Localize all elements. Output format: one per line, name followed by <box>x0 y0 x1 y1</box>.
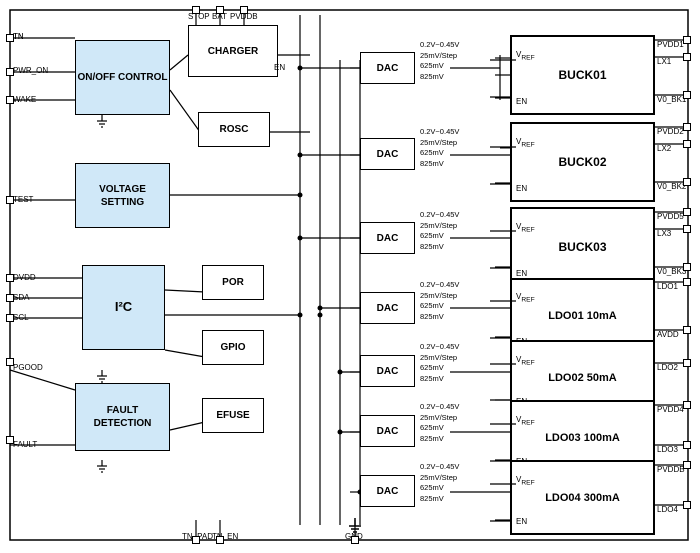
buck02-block: BUCK02 <box>510 122 655 202</box>
connector-sda <box>6 294 14 302</box>
spec-ldo03: 0.2V~0.45V25mV/Step625mV825mV <box>420 402 459 444</box>
connector-test <box>6 196 14 204</box>
i2c-block: I²C <box>82 265 165 350</box>
onoff-control-block: ON/OFF CONTROL <box>75 40 170 115</box>
pin-v0bk1: V0_BK1 <box>657 95 686 104</box>
connector-dvdd <box>6 274 14 282</box>
connector-v0bk3 <box>683 263 691 271</box>
connector-ldo1 <box>683 278 691 286</box>
pin-pvdd1: PVDD1 <box>657 40 684 49</box>
dac4-block: DAC <box>360 292 415 324</box>
vref-ldo01: VREF <box>516 292 535 304</box>
charger-block: CHARGER <box>188 25 278 77</box>
gnd2 <box>93 370 111 390</box>
gpio-block: GPIO <box>202 330 264 365</box>
pin-fault: FAULT <box>13 440 37 449</box>
connector-avdd <box>683 326 691 334</box>
connector-tn-pad <box>192 536 200 544</box>
connector-pvdd4 <box>683 401 691 409</box>
connector-bat <box>216 6 224 14</box>
connector-lx2 <box>683 140 691 148</box>
spec-ldo01: 0.2V~0.45V25mV/Step625mV825mV <box>420 280 459 322</box>
voltage-setting-block: VOLTAGESETTING <box>75 163 170 228</box>
spec-ldo02: 0.2V~0.45V25mV/Step625mV825mV <box>420 342 459 384</box>
connector-pvdd2 <box>683 123 691 131</box>
gnd1 <box>93 115 111 135</box>
connector-lx1 <box>683 53 691 61</box>
rosc-block: ROSC <box>198 112 270 147</box>
connector-lx3 <box>683 225 691 233</box>
connector-tn <box>6 34 14 42</box>
connector-ldo3 <box>683 441 691 449</box>
spec-ldo04: 0.2V~0.45V25mV/Step625mV825mV <box>420 462 459 504</box>
pin-pvddb-r: PVDDB <box>657 465 685 474</box>
vref-ldo03: VREF <box>516 415 535 427</box>
diagram: TN TN PWR_ON WAKE TEST DVDD SDA SCL PGOO… <box>0 0 700 553</box>
pin-ldo3: LDO3 <box>657 445 678 454</box>
connector-pvddb-r <box>683 461 691 469</box>
en-buck01: EN <box>516 97 527 106</box>
pin-pgood: PGOOD <box>13 363 43 372</box>
charger-en: EN <box>274 63 285 72</box>
connector-pvdd5 <box>683 208 691 216</box>
connector-pvdd1 <box>683 36 691 44</box>
pin-ldo2: LDO2 <box>657 363 678 372</box>
en-ldo04: EN <box>516 517 527 526</box>
dac7-block: DAC <box>360 475 415 507</box>
connector-wake <box>6 96 14 104</box>
pin-pwr-on: PWR_ON <box>13 66 48 75</box>
spec-buck03: 0.2V~0.45V25mV/Step625mV825mV <box>420 210 459 252</box>
connector-ldo4 <box>683 501 691 509</box>
vref-buck01: VREF <box>516 50 535 62</box>
pin-scl: SCL <box>13 313 29 322</box>
vref-buck02: VREF <box>516 137 535 149</box>
dac1-block: DAC <box>360 52 415 84</box>
connector-v0bk1 <box>683 91 691 99</box>
pin-pvdd4: PVDD4 <box>657 405 684 414</box>
pin-wake: WAKE <box>13 95 36 104</box>
pin-pvdd5: PVDD5 <box>657 212 684 221</box>
connector-tn-en <box>216 536 224 544</box>
dac3-block: DAC <box>360 222 415 254</box>
vref-buck03: VREF <box>516 222 535 234</box>
pin-lx2: LX2 <box>657 144 671 153</box>
connector-pgood <box>6 358 14 366</box>
pin-ldo1: LDO1 <box>657 282 678 291</box>
en-buck02: EN <box>516 184 527 193</box>
pin-tn-label: TN <box>13 32 24 41</box>
pin-avdd: AVDD <box>657 330 679 339</box>
pin-lx1: LX1 <box>657 57 671 66</box>
connector-pvddb-top <box>240 6 248 14</box>
fault-detection-block: FAULTDETECTION <box>75 383 170 451</box>
dac2-block: DAC <box>360 138 415 170</box>
pin-test: TEST <box>13 195 33 204</box>
connector-v0bk2 <box>683 178 691 186</box>
por-block: POR <box>202 265 264 300</box>
buck03-block: BUCK03 <box>510 207 655 287</box>
ldo04-block: LDO04 300mA <box>510 460 655 535</box>
spec-buck02: 0.2V~0.45V25mV/Step625mV825mV <box>420 127 459 169</box>
buck01-block: BUCK01 <box>510 35 655 115</box>
vref-ldo02: VREF <box>516 355 535 367</box>
gnd3 <box>93 460 111 480</box>
pin-pvdd2: PVDD2 <box>657 127 684 136</box>
en-buck03: EN <box>516 269 527 278</box>
dac6-block: DAC <box>360 415 415 447</box>
pin-lx3: LX3 <box>657 229 671 238</box>
dac5-block: DAC <box>360 355 415 387</box>
connector-ldo2 <box>683 359 691 367</box>
efuse-block: EFUSE <box>202 398 264 433</box>
connector-pwr-on <box>6 68 14 76</box>
pin-ldo4: LDO4 <box>657 505 678 514</box>
connector-fault <box>6 436 14 444</box>
pin-dvdd: DVDD <box>13 273 36 282</box>
connector-scl <box>6 314 14 322</box>
pin-v0bk2: V0_BK2 <box>657 182 686 191</box>
vref-ldo04: VREF <box>516 475 535 487</box>
connector-stop <box>192 6 200 14</box>
pin-v0bk3: V0_BK3 <box>657 267 686 276</box>
gnd-symbol <box>345 518 365 538</box>
spec-buck01: 0.2V~0.45V25mV/Step625mV825mV <box>420 40 459 82</box>
pin-sda: SDA <box>13 293 29 302</box>
